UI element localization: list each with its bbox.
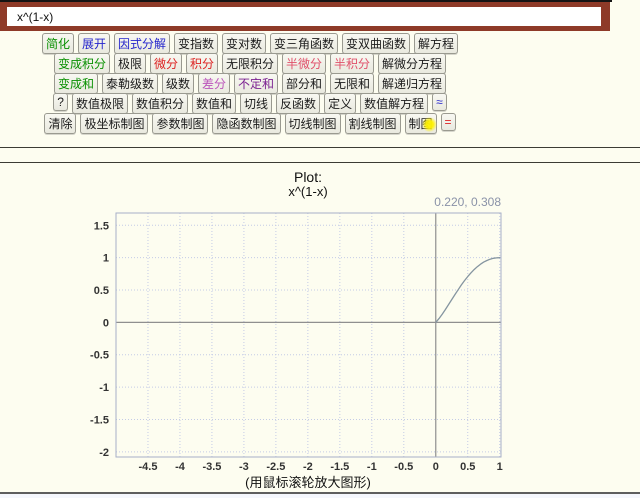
button-secant-plot[interactable]: 割线制图 (345, 113, 401, 134)
toolbar-row: 变成积分极限微分积分无限积分半微分半积分解微分方程 (0, 52, 500, 72)
y-tick-label: -1 (99, 382, 109, 394)
button-implicit-plot[interactable]: 隐函数制图 (212, 113, 280, 134)
button-plot[interactable]: 制图 (405, 113, 437, 134)
button-polar-plot[interactable]: 极坐标制图 (80, 113, 148, 134)
expression-input[interactable] (7, 7, 601, 26)
button-to-hyperbolic[interactable]: 变双曲函数 (342, 33, 410, 54)
button-equals[interactable]: = (441, 113, 456, 131)
button-difference[interactable]: 差分 (198, 73, 230, 94)
y-tick-label: -2 (99, 447, 109, 459)
button-semi-integrate[interactable]: 半积分 (330, 53, 374, 74)
y-tick-label: 1 (103, 253, 109, 265)
button-semi-differentiate[interactable]: 半微分 (282, 53, 326, 74)
y-tick-label: 1.5 (94, 220, 109, 232)
plot-caption: (用鼠标滚轮放大图形) (58, 472, 558, 491)
button-indefinite-sum[interactable]: 不定和 (234, 73, 278, 94)
button-infinite-sum[interactable]: 无限和 (330, 73, 374, 94)
toolbar-row: ?数值极限数值积分数值和切线反函数定义数值解方程≈ (0, 92, 500, 112)
section-separator (0, 147, 640, 163)
button-solve-equation[interactable]: 解方程 (414, 33, 458, 54)
button-inverse-function[interactable]: 反函数 (276, 93, 320, 114)
y-tick-label: -0.5 (90, 350, 109, 362)
button-to-exponential[interactable]: 变指数 (174, 33, 218, 54)
button-definition[interactable]: 定义 (324, 93, 356, 114)
toolbar-row: 简化展开因式分解变指数变对数变三角函数变双曲函数解方程 (0, 32, 500, 52)
plot-chart[interactable]: -4.5-4-3.5-3-2.5-2-1.5-1-0.500.511.510.5… (60, 205, 520, 473)
button-differentiate[interactable]: 微分 (150, 53, 182, 74)
button-factor[interactable]: 因式分解 (114, 33, 170, 54)
y-tick-label: 0 (103, 317, 109, 329)
button-help[interactable]: ? (53, 93, 68, 111)
y-tick-label: 0.5 (94, 285, 109, 297)
button-to-logarithm[interactable]: 变对数 (222, 33, 266, 54)
button-simplify[interactable]: 简化 (42, 33, 74, 54)
button-numeric-integral[interactable]: 数值积分 (132, 93, 188, 114)
button-numeric-solve[interactable]: 数值解方程 (360, 93, 428, 114)
plot-svg[interactable]: -4.5-4-3.5-3-2.5-2-1.5-1-0.500.511.510.5… (60, 205, 520, 473)
button-clear[interactable]: 清除 (44, 113, 76, 134)
toolbar-row: 变成和泰勒级数级数差分不定和部分和无限和解递归方程 (0, 72, 500, 92)
button-to-trigonometric[interactable]: 变三角函数 (270, 33, 338, 54)
toolbar: 简化展开因式分解变指数变对数变三角函数变双曲函数解方程变成积分极限微分积分无限积… (0, 32, 500, 132)
button-solve-recurrence[interactable]: 解递归方程 (378, 73, 446, 94)
button-numeric-limit[interactable]: 数值极限 (72, 93, 128, 114)
button-infinite-integral[interactable]: 无限积分 (222, 53, 278, 74)
button-integrate[interactable]: 积分 (186, 53, 218, 74)
button-to-integral[interactable]: 变成积分 (54, 53, 110, 74)
button-tangent-plot[interactable]: 切线制图 (285, 113, 341, 134)
button-expand[interactable]: 展开 (78, 33, 110, 54)
button-series[interactable]: 级数 (162, 73, 194, 94)
button-numeric-sum[interactable]: 数值和 (192, 93, 236, 114)
button-to-sum[interactable]: 变成和 (54, 73, 98, 94)
button-limit[interactable]: 极限 (114, 53, 146, 74)
plot-title: Plot: (58, 170, 558, 185)
bottom-divider (0, 492, 640, 498)
button-partial-sum[interactable]: 部分和 (282, 73, 326, 94)
button-parametric-plot[interactable]: 参数制图 (152, 113, 208, 134)
button-tangent[interactable]: 切线 (240, 93, 272, 114)
button-solve-differential-equation[interactable]: 解微分方程 (378, 53, 446, 74)
expression-input-frame (0, 2, 610, 31)
toolbar-row: 清除极坐标制图参数制图隐函数制图切线制图割线制图制图= (0, 112, 500, 132)
math-tool-page: 简化展开因式分解变指数变对数变三角函数变双曲函数解方程变成积分极限微分积分无限积… (0, 0, 640, 498)
y-tick-label: -1.5 (90, 414, 109, 426)
button-approximate[interactable]: ≈ (432, 93, 447, 111)
button-taylor-series[interactable]: 泰勒级数 (102, 73, 158, 94)
plot-frame (116, 213, 501, 457)
